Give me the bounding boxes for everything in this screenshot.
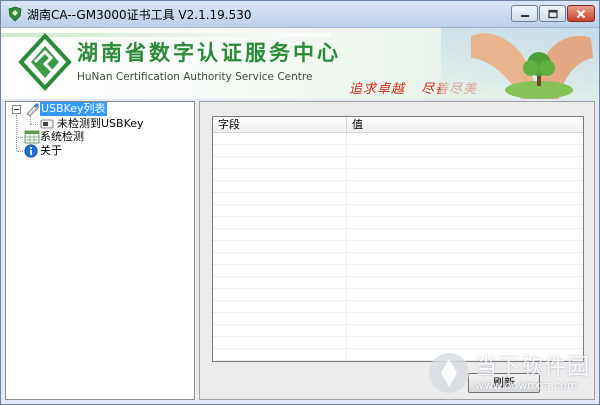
slogan-1: 追求卓越 — [349, 82, 406, 97]
tree-line — [17, 151, 23, 152]
maximize-button[interactable] — [539, 5, 566, 22]
list-body[interactable] — [213, 133, 583, 361]
minimize-icon — [520, 14, 529, 17]
watermark-url: www.downxia.com — [475, 379, 578, 392]
usb-device-icon — [39, 117, 55, 131]
tree-line — [30, 116, 31, 124]
tree-item-usbkey-list[interactable]: USBKey列表 — [24, 102, 194, 117]
window-title: 湖南CA--GM3000证书工具 V2.1.19.530 — [27, 8, 252, 22]
info-icon — [24, 144, 40, 158]
table-icon — [24, 130, 40, 144]
ca-logo — [17, 32, 73, 97]
tree-line — [16, 115, 17, 151]
column-header-value[interactable]: 值 — [347, 117, 583, 132]
close-icon — [576, 9, 586, 18]
title-bar[interactable]: 湖南CA--GM3000证书工具 V2.1.19.530 — [1, 1, 599, 28]
collapse-toggle[interactable] — [12, 105, 21, 114]
watermark-logo-icon — [427, 351, 471, 398]
shield-icon — [7, 6, 23, 22]
hands-heart-image — [441, 28, 599, 99]
minimize-button[interactable] — [511, 5, 538, 22]
tree-item-label: 系统检测 — [40, 130, 84, 143]
org-name-en: HuNan Certification Authority Service Ce… — [77, 71, 313, 83]
tree-item-label: 关于 — [40, 144, 62, 157]
tree-item-label: 未检测到USBKey — [57, 117, 144, 130]
watermark-name: 当下软件园 — [475, 355, 591, 380]
list-header: 字段 值 — [213, 117, 583, 133]
usbkey-icon — [24, 102, 40, 117]
header-banner: 湖南省数字认证服务中心 HuNan Certification Authorit… — [1, 28, 599, 99]
navigation-tree[interactable]: USBKey列表 未检测到USBKey 系统检测 关于 — [5, 101, 195, 400]
watermark: 当下软件园 www.downxia.com — [421, 347, 597, 401]
close-button[interactable] — [567, 5, 595, 22]
certificate-details-list[interactable]: 字段 值 — [212, 116, 584, 362]
tree-item-no-usbkey[interactable]: 未检测到USBKey — [39, 117, 194, 131]
column-header-field[interactable]: 字段 — [213, 117, 347, 132]
tree-line — [30, 124, 38, 125]
tree-item-system-check[interactable]: 系统检测 — [24, 130, 194, 144]
tree-line — [17, 137, 23, 138]
maximize-icon — [547, 9, 558, 18]
org-name-cn: 湖南省数字认证服务中心 — [77, 41, 341, 65]
tree-item-label: USBKey列表 — [40, 102, 107, 116]
tree-item-about[interactable]: 关于 — [24, 144, 194, 158]
app-window: 湖南CA--GM3000证书工具 V2.1.19.530 湖南省数字认证服务中心… — [0, 0, 600, 405]
